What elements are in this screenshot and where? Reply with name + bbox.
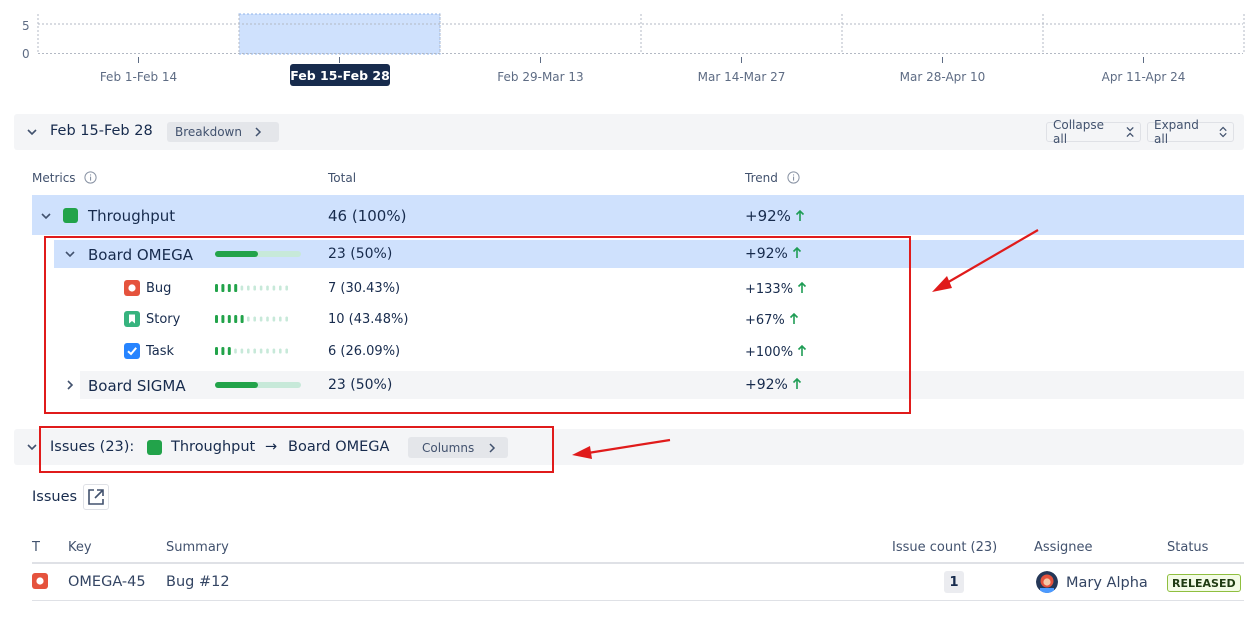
chart-period-label[interactable]: Mar 14-Mar 27	[698, 70, 786, 84]
chart-period-label[interactable]: Apr 11-Apr 24	[1102, 70, 1186, 84]
chart-period-label[interactable]: Feb 29-Mar 13	[497, 70, 583, 84]
issue-key-link[interactable]: OMEGA-45	[68, 574, 146, 590]
assignee-name: Mary Alpha	[1066, 575, 1148, 591]
chart-selected-period[interactable]	[238, 13, 441, 55]
chart-period-label[interactable]: Mar 28-Apr 10	[900, 70, 986, 84]
issue-count-column-header[interactable]: Issue count (23)	[892, 540, 997, 555]
trend-header-label: Trend	[745, 171, 778, 185]
throughput-trend: +92%	[745, 207, 805, 225]
annotation-box-issues	[39, 426, 554, 473]
throughput-row[interactable]: Throughput 46 (100%) +92%	[32, 195, 1244, 235]
type-column-header[interactable]: T	[32, 540, 40, 555]
chart-period-labels: Feb 1-Feb 14 Feb 29-Mar 13 Mar 14-Mar 27 Ma…	[100, 70, 1186, 84]
status-column-header[interactable]: Status	[1167, 540, 1208, 555]
throughput-total: 46 (100%)	[328, 207, 407, 225]
y-tick-0: 0	[22, 47, 30, 61]
period-chart[interactable]: 5 0 Feb 1-Feb 14 Feb 29-Mar 13 Mar 14-Mar …	[0, 0, 1253, 100]
info-icon[interactable]	[84, 171, 97, 184]
throughput-color-swatch	[63, 208, 78, 223]
chevron-right-icon	[255, 127, 262, 137]
bug-icon	[32, 573, 48, 589]
open-in-new-button[interactable]	[83, 484, 109, 510]
chevron-down-icon[interactable]	[26, 441, 38, 453]
throughput-trend-value: +92%	[745, 207, 791, 225]
info-icon[interactable]	[787, 171, 800, 184]
throughput-label: Throughput	[88, 207, 176, 225]
breakdown-label: Breakdown	[175, 125, 242, 139]
avatar	[1036, 571, 1058, 593]
total-column-header: Total	[328, 171, 357, 185]
period-title: Feb 15-Feb 28	[50, 123, 153, 139]
external-link-icon	[88, 489, 104, 505]
expand-icon	[1219, 126, 1227, 138]
issues-heading: Issues	[32, 489, 78, 505]
metrics-header-label: Metrics	[32, 171, 76, 185]
selected-period-label[interactable]: Feb 15-Feb 28	[290, 64, 390, 86]
expand-all-button[interactable]: Expand all	[1147, 118, 1234, 146]
key-column-header[interactable]: Key	[68, 540, 92, 555]
period-section-header: Feb 15-Feb 28 Breakdown Collapse all Exp…	[14, 114, 1244, 150]
collapse-all-button[interactable]: Collapse all	[1046, 118, 1141, 146]
chart-period-label[interactable]: Feb 1-Feb 14	[100, 70, 177, 84]
chart-ticks	[138, 57, 1144, 63]
trend-column-header: Trend	[745, 171, 800, 185]
expand-all-label: Expand all	[1154, 118, 1199, 146]
annotation-box-breakdown	[44, 236, 911, 414]
issue-summary[interactable]: Bug #12	[166, 574, 230, 590]
breakdown-button[interactable]: Breakdown	[167, 122, 279, 142]
collapse-icon	[1126, 126, 1134, 138]
collapse-all-label: Collapse all	[1053, 118, 1104, 146]
table-row[interactable]: OMEGA-45 Bug #12 1 Mary Alpha RELEASED	[32, 564, 1244, 600]
assignee-column-header[interactable]: Assignee	[1034, 540, 1093, 555]
status-badge: RELEASED	[1167, 574, 1241, 592]
metrics-column-header: Metrics	[32, 171, 97, 185]
table-row-divider	[32, 600, 1244, 601]
annotation-arrow-head	[932, 276, 952, 292]
summary-column-header[interactable]: Summary	[166, 540, 229, 555]
trend-up-icon	[795, 209, 804, 221]
y-tick-5: 5	[22, 19, 30, 33]
chevron-down-icon[interactable]	[40, 210, 52, 222]
issue-count-badge: 1	[944, 571, 964, 593]
chevron-down-icon[interactable]	[26, 126, 38, 138]
